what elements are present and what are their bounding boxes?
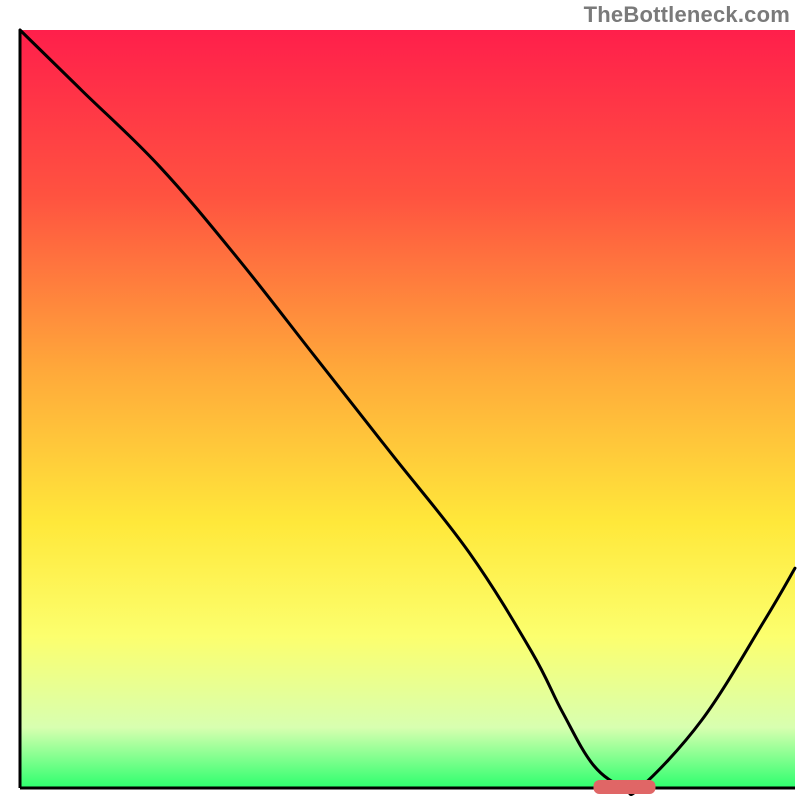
optimal-range-marker	[594, 780, 656, 794]
chart-container: TheBottleneck.com	[0, 0, 800, 800]
bottleneck-chart	[0, 0, 800, 800]
